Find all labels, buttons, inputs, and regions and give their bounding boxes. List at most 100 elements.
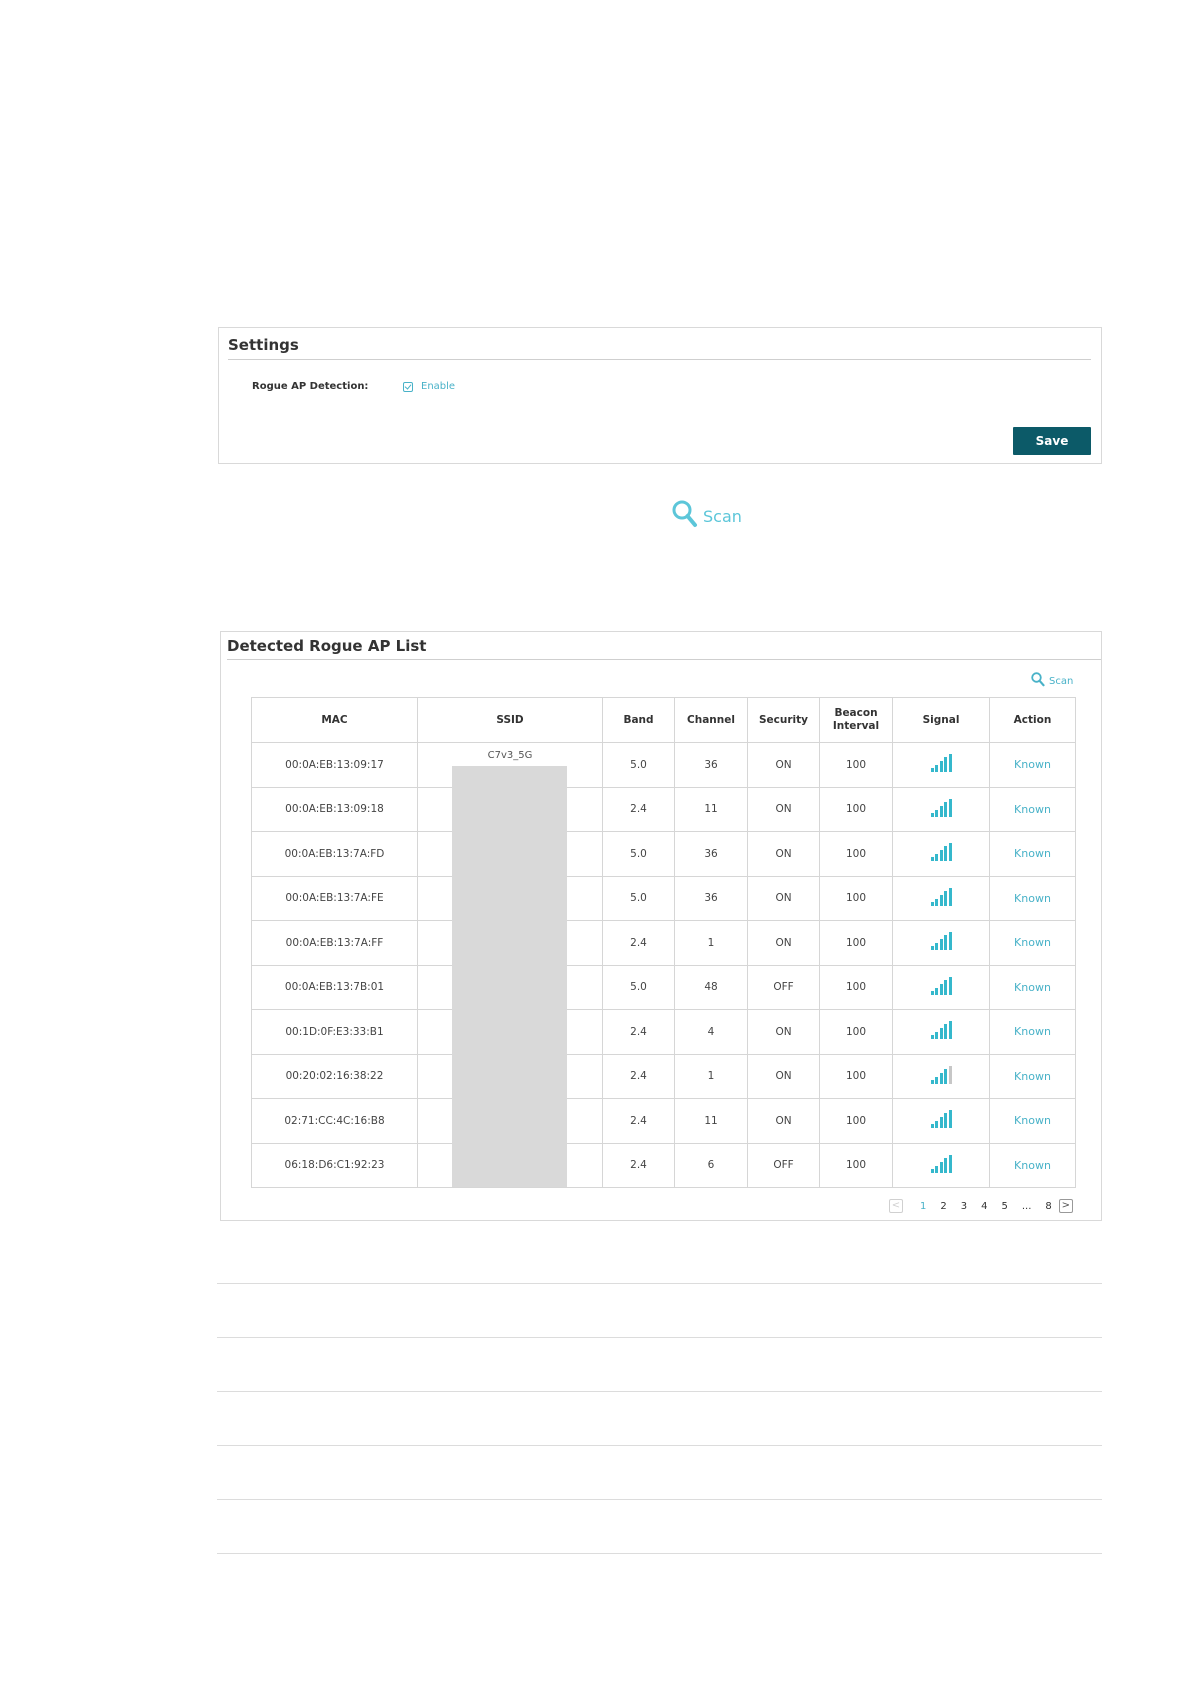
settings-title: Settings [228, 336, 299, 354]
column-header-signal: Signal [892, 697, 990, 743]
page-3[interactable]: 3 [961, 1201, 967, 1212]
known-action-link[interactable]: Known [1014, 803, 1051, 816]
signal-bar [935, 898, 938, 906]
rogue-ap-detection-label: Rogue AP Detection: [252, 381, 369, 392]
mac-cell: 00:20:02:16:38:22 [251, 1053, 418, 1099]
signal-bar [935, 943, 938, 951]
page-5[interactable]: 5 [1002, 1201, 1008, 1212]
document-divider [217, 1391, 1102, 1392]
document-divider [217, 1445, 1102, 1446]
mac-cell: 00:0A:EB:13:09:18 [251, 786, 418, 832]
signal-bar [930, 1079, 934, 1084]
known-action-link[interactable]: Known [1014, 758, 1051, 771]
beacon-interval-text: Beacon Interval [832, 707, 880, 732]
signal-bar [944, 1068, 947, 1084]
enable-checkbox-label[interactable]: Enable [421, 381, 455, 392]
action-cell: Known [989, 875, 1076, 921]
known-action-link[interactable]: Known [1014, 1070, 1051, 1083]
security-cell: ON [747, 1009, 820, 1055]
known-action-link[interactable]: Known [1014, 1114, 1051, 1127]
security-cell: OFF [747, 964, 820, 1010]
known-action-link[interactable]: Known [1014, 1025, 1051, 1038]
mac-cell: 00:0A:EB:13:7B:01 [251, 964, 418, 1010]
table-row: 00:0A:EB:13:7A:FFTP-Link_7B002.41ON100Kn… [251, 920, 1076, 966]
signal-cell [892, 920, 990, 966]
settings-panel: Settings Rogue AP Detection: Enable Save [218, 327, 1102, 464]
known-action-link[interactable]: Known [1014, 936, 1051, 949]
mac-cell: 02:71:CC:4C:16:B8 [251, 1098, 418, 1144]
signal-bar [944, 846, 947, 862]
action-cell: Known [989, 1142, 1076, 1188]
table-row: 00:0A:EB:13:09:18C7v32.411ON100Known [251, 786, 1076, 832]
next-page-button[interactable]: > [1058, 1199, 1073, 1213]
signal-bar [935, 1121, 938, 1129]
beacon-interval-cell: 100 [819, 1009, 893, 1055]
signal-cell [892, 831, 990, 877]
signal-bar [930, 857, 934, 862]
security-cell: ON [747, 875, 820, 921]
signal-bar [939, 1072, 943, 1084]
enable-checkbox[interactable] [403, 382, 413, 392]
scan-button-small[interactable]: Scan [1031, 671, 1074, 689]
rogue-list-title: Detected Rogue AP List [227, 637, 427, 655]
beacon-interval-cell: 100 [819, 1053, 893, 1099]
action-cell: Known [989, 1009, 1076, 1055]
known-action-link[interactable]: Known [1014, 892, 1051, 905]
prev-page-button[interactable]: < [889, 1199, 903, 1213]
signal-bar [948, 1021, 952, 1040]
settings-divider [228, 359, 1091, 360]
table-row: 00:0A:EB:13:7A:FDTP-Link_7B00_5G_15.036O… [251, 831, 1076, 877]
signal-strength-icon [930, 843, 952, 862]
security-cell: ON [747, 831, 820, 877]
signal-bar [944, 979, 947, 995]
channel-cell: 36 [674, 875, 748, 921]
band-cell: 5.0 [602, 831, 675, 877]
signal-bar [944, 935, 947, 951]
signal-cell [892, 964, 990, 1010]
table-row: 00:1D:0F:E3:33:B1Camera2.44ON100Known [251, 1009, 1076, 1055]
known-action-link[interactable]: Known [1014, 981, 1051, 994]
signal-bar [930, 768, 934, 773]
signal-bar [948, 1154, 952, 1173]
known-action-link[interactable]: Known [1014, 1159, 1051, 1172]
channel-cell: 4 [674, 1009, 748, 1055]
document-divider [217, 1499, 1102, 1500]
beacon-interval-cell: 100 [819, 831, 893, 877]
channel-cell: 48 [674, 964, 748, 1010]
beacon-interval-cell: 100 [819, 875, 893, 921]
security-cell: ON [747, 920, 820, 966]
table-row: 02:71:CC:4C:16:B8DIRECT-ne-39AV1A2.411ON… [251, 1098, 1076, 1144]
signal-bar [939, 850, 943, 862]
known-action-link[interactable]: Known [1014, 847, 1051, 860]
channel-cell: 6 [674, 1142, 748, 1188]
mac-cell: 00:0A:EB:13:7A:FE [251, 875, 418, 921]
page-4[interactable]: 4 [981, 1201, 987, 1212]
column-header-security: Security [747, 697, 820, 743]
channel-cell: 1 [674, 920, 748, 966]
signal-bar [944, 1157, 947, 1173]
scan-button-large[interactable]: Scan [672, 500, 742, 530]
signal-bar [939, 894, 943, 906]
signal-bar [948, 754, 952, 773]
beacon-interval-cell: 100 [819, 1098, 893, 1144]
channel-cell: 1 [674, 1053, 748, 1099]
pagination: < 1 2 3 4 5 ... 8 > [889, 1198, 1073, 1214]
signal-strength-icon [930, 754, 952, 773]
column-header-action: Action [989, 697, 1076, 743]
table-row: 00:0A:EB:13:7B:01AIRS5.048OFF100Known [251, 964, 1076, 1010]
page-2[interactable]: 2 [940, 1201, 946, 1212]
signal-bar [948, 932, 952, 951]
scan-label-small: Scan [1049, 675, 1074, 687]
signal-bar [939, 939, 943, 951]
action-cell: Known [989, 831, 1076, 877]
page-1[interactable]: 1 [920, 1201, 926, 1212]
beacon-interval-cell: 100 [819, 742, 893, 788]
page-8[interactable]: 8 [1045, 1201, 1051, 1212]
signal-cell [892, 786, 990, 832]
save-button[interactable]: Save [1013, 427, 1091, 455]
signal-cell [892, 1142, 990, 1188]
signal-bar [944, 890, 947, 906]
column-header-mac: MAC [251, 697, 418, 743]
signal-bar [948, 843, 952, 862]
action-cell: Known [989, 786, 1076, 832]
